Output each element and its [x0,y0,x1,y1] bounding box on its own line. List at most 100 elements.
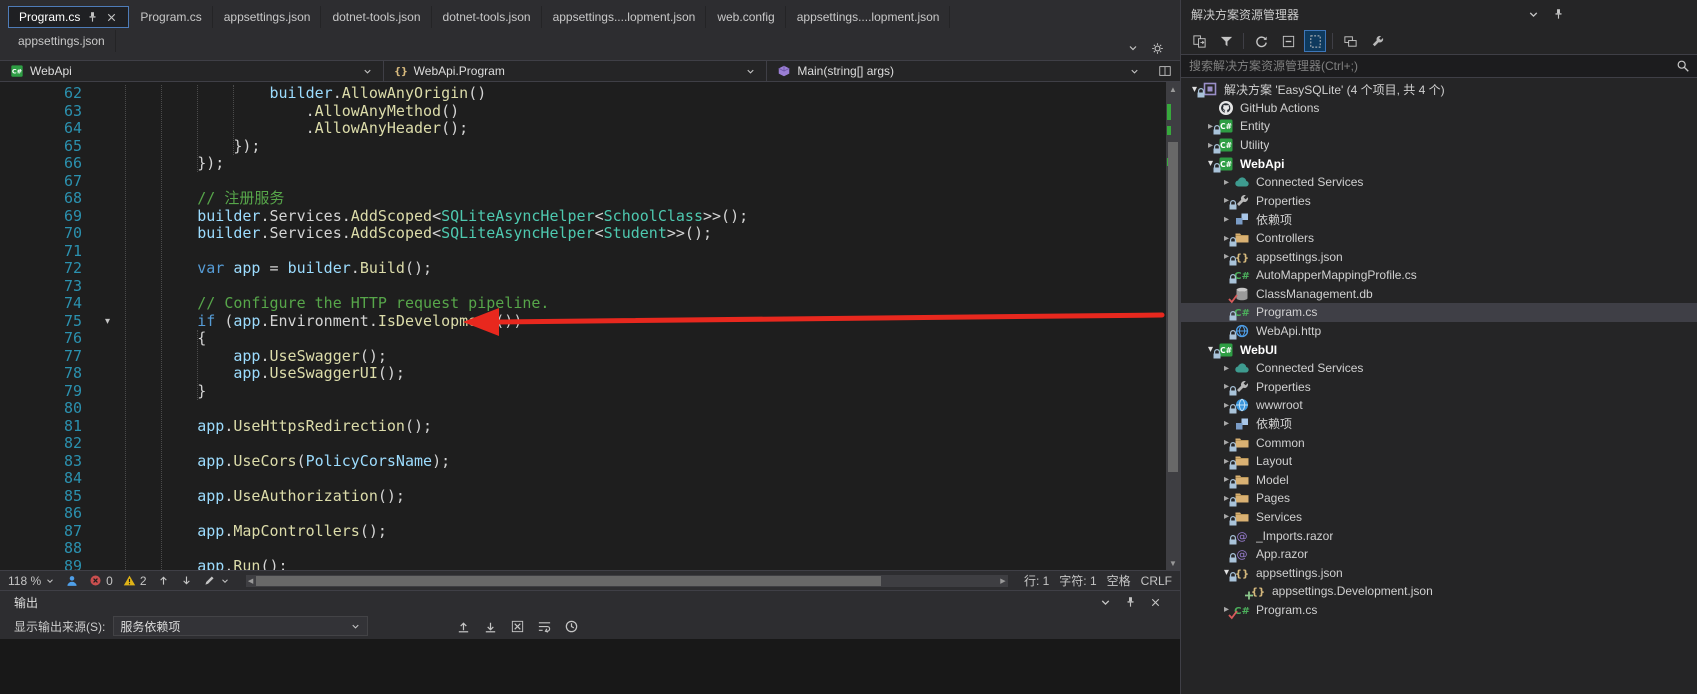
zoom-control[interactable]: 118 % [8,574,55,588]
code-line-71[interactable]: 71 [0,243,1180,261]
tab-appsettings-lopment-json[interactable]: appsettings....lopment.json [787,6,951,28]
tree-item-connected-services[interactable]: ▸Connected Services [1181,359,1697,378]
tree-item-services[interactable]: ▸Services [1181,508,1697,527]
split-editor-button[interactable] [1150,61,1180,81]
member-dropdown[interactable]: Main(string[] args) [767,61,1150,81]
tree-item-program-cs[interactable]: C#Program.cs [1181,303,1697,322]
tree-item-common[interactable]: ▸Common [1181,433,1697,452]
code-line-87[interactable]: 87 app.MapControllers(); [0,523,1180,541]
tree-item-webui[interactable]: ▾C#WebUI [1181,340,1697,359]
tree-item-appsettings-json[interactable]: ▾{}appsettings.json [1181,563,1697,582]
code-line-85[interactable]: 85 app.UseAuthorization(); [0,488,1180,506]
cursor-line[interactable]: 行: 1 [1024,572,1049,589]
tree-item-依赖项[interactable]: ▸依赖项 [1181,210,1697,229]
project-dropdown[interactable]: C# WebApi [0,61,384,81]
collapse-all-button[interactable] [1278,31,1298,51]
tree-item-automappermappingprofile-cs[interactable]: C#AutoMapperMappingProfile.cs [1181,266,1697,285]
tree-item-appsettings-json[interactable]: ▸{}appsettings.json [1181,247,1697,266]
timestamp-icon[interactable] [564,619,579,634]
code-line-84[interactable]: 84 [0,470,1180,488]
prev-message-icon[interactable] [456,619,471,634]
warning-count[interactable]: 2 [123,574,147,588]
code-line-75[interactable]: 75▾ if (app.Environment.IsDevelopment()) [0,313,1180,331]
nest-files-button[interactable] [1340,31,1360,51]
properties-button[interactable] [1367,31,1387,51]
tree-item-github-actions[interactable]: GitHub Actions [1181,99,1697,118]
code-line-89[interactable]: 89 app.Run(); [0,558,1180,571]
code-line-67[interactable]: 67 [0,173,1180,191]
tree-item-imports-razor[interactable]: @_Imports.razor [1181,526,1697,545]
sync-active-document-button[interactable] [1189,31,1209,51]
chevron-collapsed-icon[interactable]: ▸ [1219,214,1234,225]
tree-item-app-razor[interactable]: @App.razor [1181,545,1697,564]
tree-item-entity[interactable]: ▸C#Entity [1181,117,1697,136]
tab-appsettings-json[interactable]: appsettings.json [214,6,322,28]
code-line-80[interactable]: 80 [0,400,1180,418]
code-line-76[interactable]: 76 { [0,330,1180,348]
output-content[interactable] [0,639,1180,694]
chevron-collapsed-icon[interactable]: ▸ [1219,418,1234,429]
scrollbar-thumb[interactable] [1168,142,1178,472]
pending-filter-button[interactable] [1216,31,1236,51]
tree-item-依赖项[interactable]: ▸依赖项 [1181,415,1697,434]
scrollbar-thumb[interactable] [256,576,881,586]
clear-all-icon[interactable] [510,619,525,634]
code-line-69[interactable]: 69 builder.Services.AddScoped<SQLiteAsyn… [0,208,1180,226]
code-line-86[interactable]: 86 [0,505,1180,523]
type-dropdown[interactable]: {} WebApi.Program [384,61,768,81]
tree-item-classmanagement-db[interactable]: ClassManagement.db [1181,285,1697,304]
window-position-chevron-down-icon[interactable] [1527,8,1540,21]
tab-list-chevron-down-icon[interactable] [1127,42,1139,54]
code-line-66[interactable]: 66 }); [0,155,1180,173]
cursor-char[interactable]: 字符: 1 [1059,572,1096,589]
solution-search-input[interactable] [1181,59,1697,73]
code-line-73[interactable]: 73 [0,278,1180,296]
editor-horizontal-scrollbar[interactable]: ◀ ▶ [246,575,1008,587]
output-source-dropdown[interactable]: 服务依赖项 [113,616,368,636]
tab-dotnet-tools-json[interactable]: dotnet-tools.json [322,6,431,28]
feedback-icon[interactable] [65,574,79,588]
code-line-88[interactable]: 88 [0,540,1180,558]
code-line-83[interactable]: 83 app.UseCors(PolicyCorsName); [0,453,1180,471]
indent-mode[interactable]: 空格 [1107,572,1131,589]
tree-item-pages[interactable]: ▸Pages [1181,489,1697,508]
code-editor[interactable]: 62 builder.AllowAnyOrigin()63 .AllowAnyM… [0,82,1180,570]
tree-item-controllers[interactable]: ▸Controllers [1181,229,1697,248]
tree-item-connected-services[interactable]: ▸Connected Services [1181,173,1697,192]
chevron-collapsed-icon[interactable]: ▸ [1219,177,1234,188]
fold-chevron-icon[interactable]: ▾ [92,313,125,331]
line-ending[interactable]: CRLF [1141,574,1172,588]
error-count[interactable]: 0 [89,574,113,588]
window-position-chevron-down-icon[interactable] [1099,596,1112,609]
tree-item-解决方案-easysqlite-4-个项目-共-4-个[interactable]: ▾解决方案 'EasySQLite' (4 个项目, 共 4 个) [1181,80,1697,99]
scroll-left-arrow[interactable]: ◀ [246,575,256,587]
tree-item-properties[interactable]: ▸Properties [1181,192,1697,211]
code-line-72[interactable]: 72 var app = builder.Build(); [0,260,1180,278]
pen-control[interactable] [203,574,230,587]
navigate-up-icon[interactable] [157,574,170,587]
tab-program-cs[interactable]: Program.cs [8,6,129,28]
code-line-78[interactable]: 78 app.UseSwaggerUI(); [0,365,1180,383]
tree-item-layout[interactable]: ▸Layout [1181,452,1697,471]
code-line-64[interactable]: 64 .AllowAnyHeader(); [0,120,1180,138]
code-line-70[interactable]: 70 builder.Services.AddScoped<SQLiteAsyn… [0,225,1180,243]
tree-item-program-cs[interactable]: ▸C#Program.cs [1181,601,1697,620]
tree-item-properties[interactable]: ▸Properties [1181,378,1697,397]
tab-program-cs[interactable]: Program.cs [130,6,212,28]
tree-item-webapi-http[interactable]: WebApi.http [1181,322,1697,341]
code-line-63[interactable]: 63 .AllowAnyMethod() [0,103,1180,121]
close-icon[interactable] [105,11,118,24]
tree-item-wwwroot[interactable]: ▸wwwroot [1181,396,1697,415]
gear-icon[interactable] [1151,42,1164,55]
scroll-down-arrow[interactable]: ▼ [1166,556,1180,570]
pin-icon[interactable] [1124,596,1137,609]
code-line-65[interactable]: 65 }); [0,138,1180,156]
tree-item-model[interactable]: ▸Model [1181,470,1697,489]
code-line-74[interactable]: 74 // Configure the HTTP request pipelin… [0,295,1180,313]
show-all-files-button[interactable] [1305,31,1325,51]
tree-item-utility[interactable]: ▸C#Utility [1181,136,1697,155]
code-line-77[interactable]: 77 app.UseSwagger(); [0,348,1180,366]
pin-icon[interactable] [1552,8,1565,21]
code-line-68[interactable]: 68 // 注册服务 [0,190,1180,208]
tab-dotnet-tools-json[interactable]: dotnet-tools.json [433,6,542,28]
